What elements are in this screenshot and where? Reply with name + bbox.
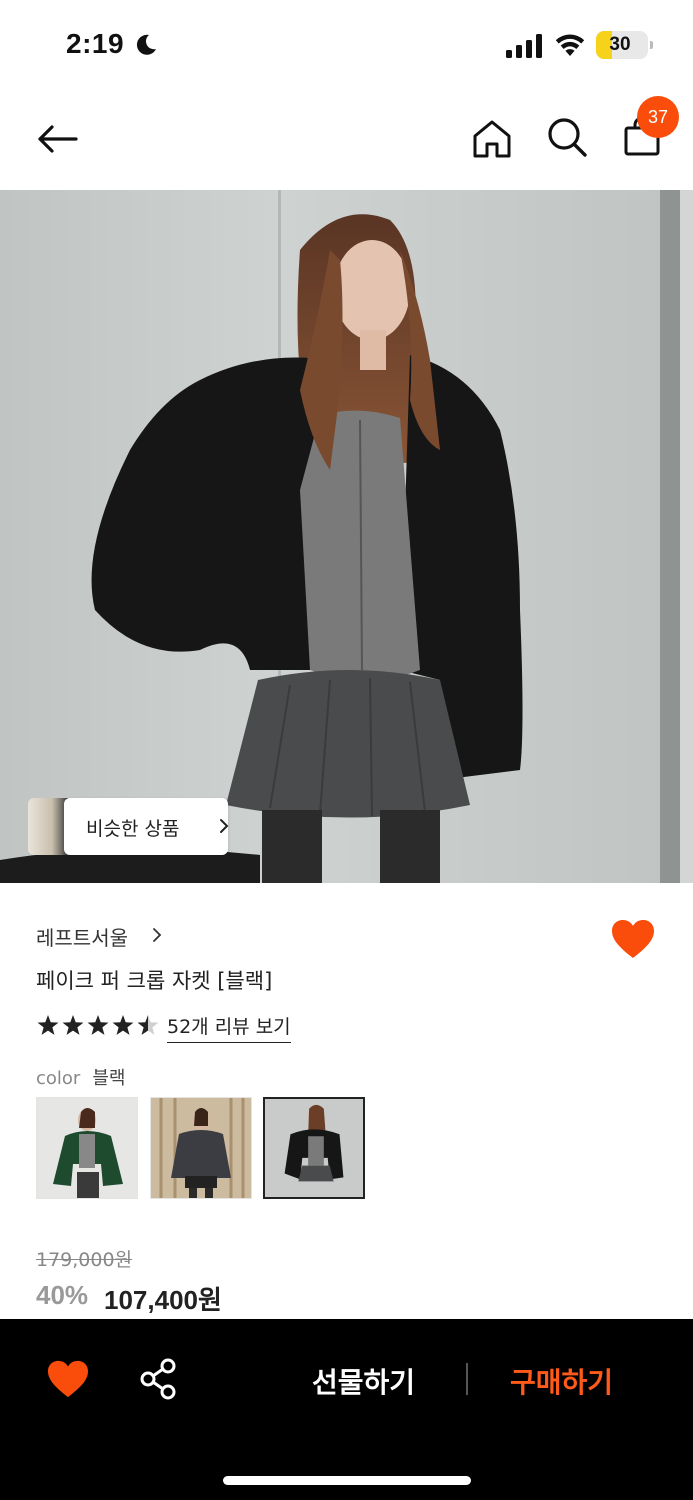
back-arrow-icon[interactable] [34, 116, 80, 162]
buy-button[interactable]: 구매하기 [510, 1361, 613, 1401]
swatch-charcoal-image [151, 1098, 251, 1198]
status-time: 2:19 [66, 28, 125, 59]
swatch-charcoal[interactable] [150, 1097, 252, 1199]
swatch-green[interactable] [36, 1097, 138, 1199]
swatch-black-image [265, 1099, 363, 1197]
star-icon [87, 1015, 109, 1035]
star-icon [62, 1015, 84, 1035]
review-link[interactable]: 52개 리뷰 보기 [167, 1012, 291, 1043]
star-rating [37, 1015, 159, 1035]
product-hero-image[interactable] [0, 190, 693, 883]
discount-rate: 40% [36, 1280, 89, 1310]
similar-thumbnail [28, 798, 68, 855]
original-price: 179,000원 [36, 1249, 133, 1271]
heart-icon[interactable] [46, 1359, 90, 1399]
cellular-signal-icon [506, 34, 542, 58]
action-divider [466, 1363, 468, 1395]
home-icon[interactable] [470, 116, 514, 162]
brand-link[interactable]: 레프트서울 [36, 922, 128, 951]
color-value: 블랙 [92, 1068, 126, 1089]
color-row: color 블랙 [36, 1064, 125, 1090]
color-label: color [36, 1068, 81, 1089]
battery-text: 30 [609, 34, 631, 55]
bottom-action-bar: 선물하기 구매하기 [0, 1319, 693, 1500]
wifi-icon [555, 34, 585, 56]
sale-price: 107,400원 [104, 1285, 222, 1315]
status-bar: 2:19 30 [0, 0, 693, 92]
battery-nub [650, 41, 653, 49]
share-icon[interactable] [138, 1357, 180, 1401]
top-nav: 37 [0, 92, 693, 190]
cart-count-badge: 37 [637, 96, 679, 138]
heart-icon[interactable] [610, 918, 656, 960]
star-icon [37, 1015, 59, 1035]
search-icon[interactable] [544, 114, 590, 160]
chevron-right-icon [220, 819, 229, 833]
star-icon [112, 1015, 134, 1035]
product-name: 페이크 퍼 크롭 자켓 [블랙] [36, 969, 273, 993]
gift-button[interactable]: 선물하기 [312, 1361, 415, 1401]
moon-icon [136, 34, 156, 55]
home-indicator [223, 1476, 471, 1485]
swatch-black[interactable] [263, 1097, 365, 1199]
model-photo [0, 190, 693, 883]
chevron-right-icon [153, 928, 162, 942]
star-icon [137, 1015, 159, 1035]
battery-indicator: 30 [596, 31, 653, 59]
similar-products-button[interactable]: 비슷한 상품 [28, 798, 229, 855]
swatch-green-image [37, 1098, 137, 1198]
similar-pill: 비슷한 상품 [64, 798, 229, 855]
similar-label: 비슷한 상품 [86, 818, 180, 840]
